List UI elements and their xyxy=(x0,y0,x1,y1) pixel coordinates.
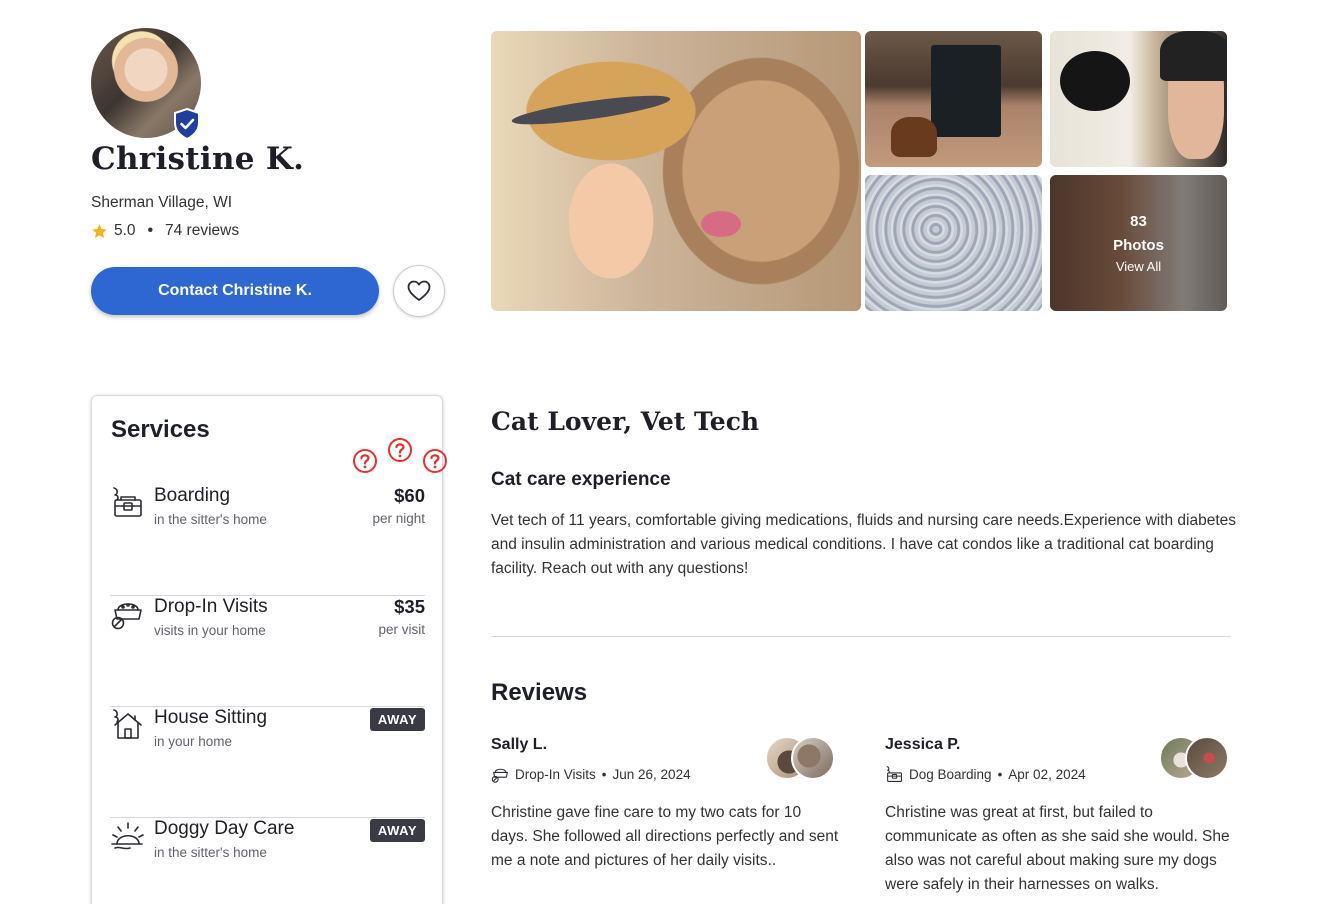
review-text: Christine was great at first, but failed… xyxy=(885,804,1230,893)
service-description: visits in your home xyxy=(154,623,266,638)
service-name: Drop-In Visits xyxy=(154,596,268,617)
service-row-day-care[interactable]: Doggy Day Care in the sitter's home AWAY xyxy=(110,818,425,904)
house-sitting-icon xyxy=(113,709,142,739)
photo-thumbnail[interactable] xyxy=(865,31,1042,167)
photo-detail xyxy=(931,45,1001,137)
reviews-count[interactable]: 74 reviews xyxy=(165,222,239,240)
day-care-icon xyxy=(111,822,144,850)
services-title: Services xyxy=(111,416,210,443)
profile-avatar-wrap xyxy=(91,28,203,140)
profile-headline: Cat Lover, Vet Tech xyxy=(491,407,760,436)
view-all-photos[interactable]: 83 Photos View All xyxy=(1050,175,1227,311)
photo-main[interactable] xyxy=(491,31,861,311)
verified-shield-icon xyxy=(174,108,200,140)
boarding-icon xyxy=(886,766,902,782)
drop-in-icon xyxy=(491,768,508,783)
photo-detail xyxy=(1060,51,1130,111)
service-name: House Sitting xyxy=(154,707,268,728)
help-icon[interactable] xyxy=(422,448,448,474)
review-service: Dog Boarding xyxy=(909,766,992,782)
star-icon xyxy=(92,223,107,238)
separator-dot: • xyxy=(601,766,607,782)
service-row-house-sitting[interactable]: House Sitting in your home AWAY xyxy=(110,707,425,818)
photo-thumbnail[interactable] xyxy=(865,175,1042,311)
service-price-unit: per visit xyxy=(378,622,425,637)
review-service: Drop-In Visits xyxy=(515,766,596,782)
service-name: Doggy Day Care xyxy=(154,818,295,839)
services-card: Services Boarding in the sitter's home $… xyxy=(91,395,443,904)
rating-value: 5.0 xyxy=(114,222,136,239)
review-text: Christine gave fine care to my two cats … xyxy=(491,804,839,869)
review-date: Jun 26, 2024 xyxy=(612,766,691,782)
favorite-button[interactable] xyxy=(393,265,445,317)
rating-summary[interactable]: 5.0 • 74 reviews xyxy=(91,222,239,240)
service-price: $35 xyxy=(394,596,425,617)
service-description: in the sitter's home xyxy=(154,512,267,527)
away-badge: AWAY xyxy=(369,708,425,731)
service-price-unit: per night xyxy=(372,511,425,526)
review-photo[interactable] xyxy=(1185,736,1229,780)
photo-detail xyxy=(891,117,937,157)
review-date: Apr 02, 2024 xyxy=(1008,766,1086,782)
service-description: in your home xyxy=(154,734,233,749)
photo-detail xyxy=(701,211,741,237)
service-price: $60 xyxy=(394,485,425,506)
review-photos[interactable] xyxy=(1159,736,1229,780)
help-icon[interactable] xyxy=(352,448,378,474)
boarding-icon xyxy=(113,487,142,517)
heart-icon xyxy=(407,280,431,301)
sitter-location: Sherman Village, WI xyxy=(91,194,232,211)
help-icon[interactable] xyxy=(387,437,413,463)
away-badge: AWAY xyxy=(369,819,425,842)
bio-text: Vet tech of 11 years, comfortable giving… xyxy=(491,512,1236,577)
review-card: Jessica P. Dog Boarding • Apr 02, 2024 C… xyxy=(885,736,1235,897)
sitter-name: Christine K. xyxy=(91,141,305,177)
photo-thumbnail[interactable] xyxy=(1050,31,1227,167)
review-photo[interactable] xyxy=(791,736,835,780)
service-description: in the sitter's home xyxy=(154,845,267,860)
photo-detail xyxy=(510,89,672,131)
separator-dot: • xyxy=(147,222,153,239)
photos-overlay: 83 Photos View All xyxy=(1050,175,1227,311)
service-name: Boarding xyxy=(154,485,231,506)
photos-count: 83 xyxy=(1130,213,1147,230)
reviews-title: Reviews xyxy=(491,679,588,706)
review-card: Sally L. Drop-In Visits • Jun 26, 2024 C… xyxy=(491,736,841,873)
service-row-boarding[interactable]: Boarding in the sitter's home $60 per ni… xyxy=(110,485,425,596)
review-photos[interactable] xyxy=(765,736,835,780)
contact-button[interactable]: Contact Christine K. xyxy=(91,267,379,315)
photos-label: Photos xyxy=(1113,237,1164,254)
separator-dot: • xyxy=(997,766,1003,782)
photo-detail xyxy=(1160,31,1227,81)
experience-heading: Cat care experience xyxy=(491,469,671,490)
view-all-link[interactable]: View All xyxy=(1116,258,1161,276)
service-row-drop-in[interactable]: Drop-In Visits visits in your home $35 p… xyxy=(110,596,425,707)
divider xyxy=(491,636,1231,637)
drop-in-icon xyxy=(111,603,142,630)
